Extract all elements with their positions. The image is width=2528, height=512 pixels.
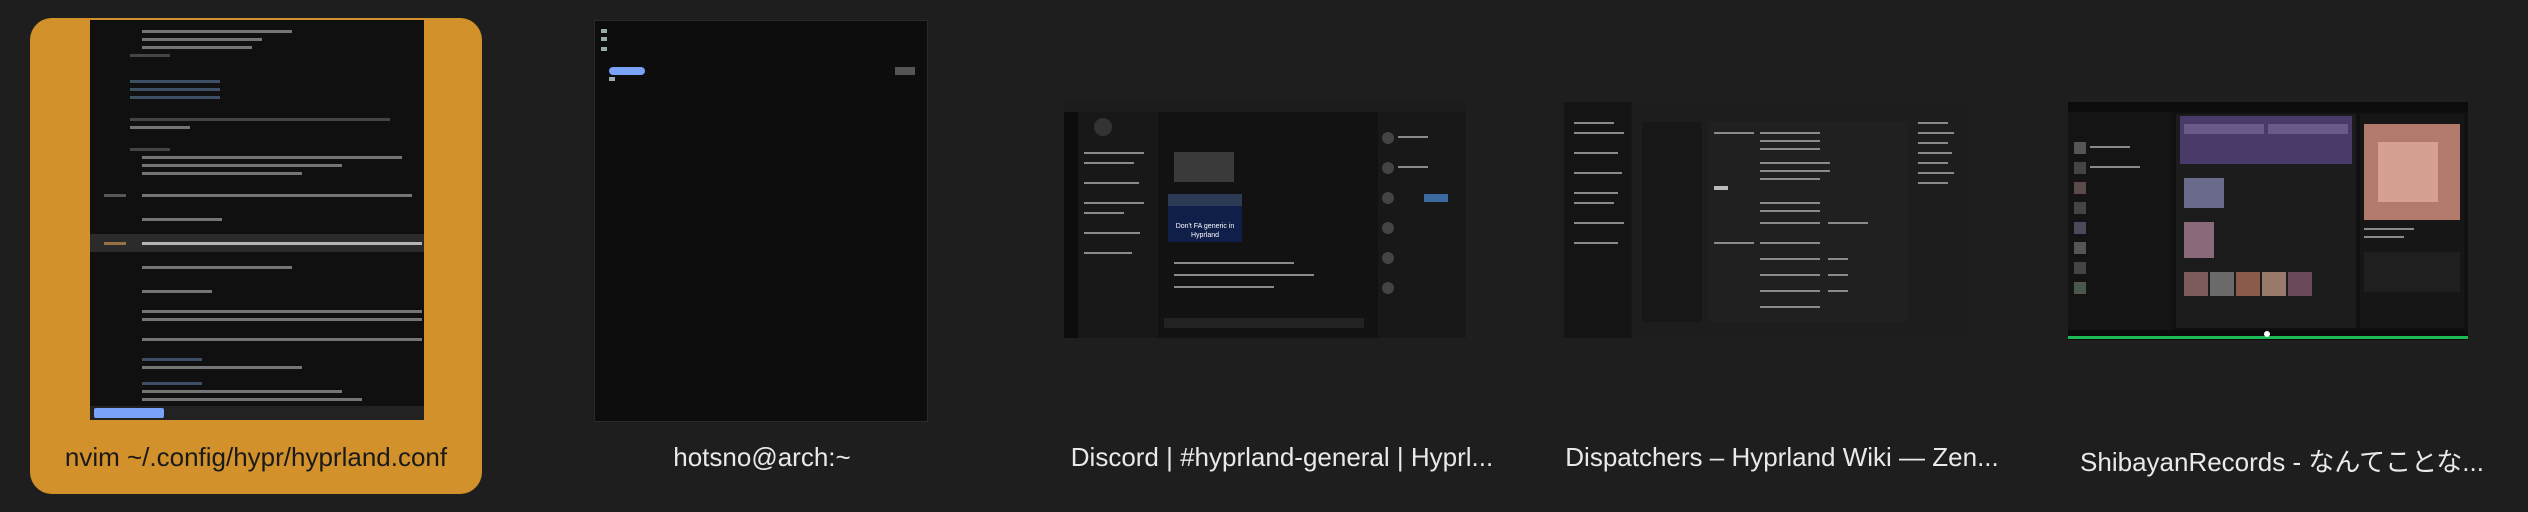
window-card-zen[interactable]: Dispatchers – Hyprland Wiki — Zen... <box>1540 18 2024 494</box>
window-title-nvim: nvim ~/.config/hypr/hyprland.conf <box>64 442 448 472</box>
window-thumbnail-nvim <box>90 20 424 420</box>
window-title-spotify: ShibayanRecords - なんてことな... <box>2080 447 2484 477</box>
window-switcher: nvim ~/.config/hypr/hyprland.conf hotsno… <box>0 0 2528 512</box>
discord-banner: Don't FA generic in Hyprland <box>1175 223 1235 239</box>
window-title-terminal: hotsno@arch:~ <box>673 442 851 472</box>
window-thumbnail-discord: Don't FA generic in Hyprland <box>1064 102 1466 338</box>
window-card-discord[interactable]: Don't FA generic in Hyprland Discord | #… <box>1040 18 1524 494</box>
window-title-discord: Discord | #hyprland-general | Hyprl... <box>1070 442 1494 472</box>
window-title-zen: Dispatchers – Hyprland Wiki — Zen... <box>1565 442 1999 472</box>
window-card-spotify[interactable]: ShibayanRecords - なんてことな... <box>2040 18 2524 494</box>
window-thumbnail-zen <box>1564 102 1968 338</box>
window-thumbnail-terminal <box>594 20 928 422</box>
window-card-nvim[interactable]: nvim ~/.config/hypr/hyprland.conf <box>30 18 482 494</box>
window-card-terminal[interactable]: hotsno@arch:~ <box>520 18 1004 494</box>
window-thumbnail-spotify <box>2068 102 2468 340</box>
